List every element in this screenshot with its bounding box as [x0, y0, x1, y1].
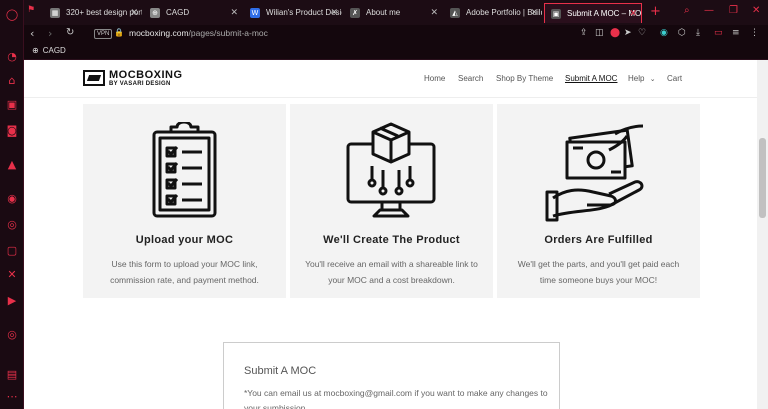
tab-label: CAGD: [166, 8, 190, 17]
card-title: Orders Are Fulfilled: [544, 234, 653, 246]
whatsapp-icon[interactable]: ◎: [5, 218, 19, 232]
x-icon[interactable]: ✕: [5, 268, 19, 282]
form-title: Submit A MOC: [244, 365, 317, 377]
workspace-icon[interactable]: ⚑: [27, 5, 35, 15]
step-card-upload: Upload your MOC Use this form to upload …: [83, 104, 286, 298]
bookmarks-bar: ⊕ CAGD: [24, 43, 768, 60]
globe-icon: ⊕: [32, 46, 39, 55]
nav-submit-a-moc[interactable]: Submit A MOC: [565, 74, 617, 83]
tab-favicon-icon: ✗: [350, 8, 360, 18]
close-icon[interactable]: ✕: [330, 3, 338, 23]
new-tab-button[interactable]: +: [650, 4, 661, 19]
browser-sidebar: ◯ ◔ ⌂ ▣ ◙ ▲ ◉ ◎ ▢ ✕ ▶ ◎ ▤ ⋯: [0, 0, 24, 409]
tab-adobe-portfolio[interactable]: ◭ Adobe Portfolio | Build ✕: [444, 3, 542, 23]
tab-cagd[interactable]: ⊕ CAGD ✕: [144, 3, 242, 23]
download-icon[interactable]: ⤓: [696, 28, 700, 38]
history-icon[interactable]: ▤: [5, 368, 19, 382]
logo-title: MOCBOXING: [109, 69, 183, 81]
card-title: Upload your MOC: [135, 234, 234, 246]
nav-help-label: Help: [628, 74, 645, 83]
window-close-icon[interactable]: ✕: [752, 5, 760, 16]
clipboard-checklist-icon: [152, 122, 217, 218]
url-field[interactable]: mocboxing.com/pages/submit-a-moc: [129, 28, 268, 38]
card-title: We'll Create The Product: [323, 234, 460, 246]
vpn-badge[interactable]: VPN: [94, 29, 113, 39]
close-icon[interactable]: ✕: [629, 4, 637, 23]
form-note: *You can email us at mocboxing@gmail.com…: [244, 388, 548, 409]
chevron-down-icon: ⌄: [649, 75, 656, 83]
lock-icon[interactable]: 🔒: [114, 28, 124, 37]
close-icon[interactable]: ✕: [130, 3, 138, 23]
search-tabs-icon[interactable]: ⌕: [684, 5, 690, 16]
share-icon[interactable]: ⇪: [580, 28, 588, 38]
nav-search[interactable]: Search: [458, 74, 483, 83]
minimize-icon[interactable]: —: [704, 5, 714, 16]
bookmark-cagd[interactable]: ⊕ CAGD: [32, 46, 66, 55]
extension-avatar-icon[interactable]: ◉: [660, 28, 668, 38]
tab-favicon-icon: W: [250, 8, 260, 18]
reload-icon[interactable]: ↻: [66, 27, 74, 38]
easy-setup-icon[interactable]: ≡: [732, 28, 740, 38]
hand-money-icon: [545, 124, 644, 222]
nav-shop-by-theme[interactable]: Shop By Theme: [496, 74, 553, 83]
web-page: MOCBOXING BY VASARI DESIGN Home Search S…: [24, 60, 757, 409]
send-icon[interactable]: ➤: [624, 28, 632, 38]
instagram-2-icon[interactable]: ▢: [5, 244, 19, 258]
close-icon[interactable]: ✕: [530, 3, 538, 23]
opera-logo-icon[interactable]: ◯: [5, 8, 19, 22]
monitor-box-icon: [346, 122, 436, 218]
card-text: You'll receive an email with a shareable…: [305, 259, 478, 285]
nav-cart[interactable]: Cart: [667, 74, 682, 83]
logo-subtitle: BY VASARI DESIGN: [109, 81, 171, 87]
scroll-thumb[interactable]: [759, 138, 766, 218]
battery-icon[interactable]: ▭: [714, 28, 723, 38]
url-path: /pages/submit-a-moc: [188, 28, 268, 38]
tab-favicon-icon: ▦: [50, 8, 60, 18]
tab-strip: ⚑ ▦ 320+ best design portf ✕ ⊕ CAGD ✕ W …: [24, 0, 768, 25]
nav-help[interactable]: Help ⌄: [628, 74, 656, 83]
address-bar: ‹ › ↻ VPN 🔒 mocboxing.com/pages/submit-a…: [24, 25, 768, 43]
tab-favicon-icon: ⊕: [150, 8, 160, 18]
submit-moc-form: Submit A MOC *You can email us at mocbox…: [223, 342, 560, 409]
player-icon[interactable]: ◎: [5, 328, 19, 342]
camera-icon[interactable]: ◫: [595, 28, 604, 38]
adblock-icon[interactable]: ⬤: [610, 28, 620, 38]
instagram-icon[interactable]: ◙: [5, 124, 19, 138]
tab-submit-a-moc[interactable]: ▣ Submit A MOC – MOC ✕: [544, 3, 642, 23]
menu-icon[interactable]: ⋮: [750, 28, 759, 38]
back-icon[interactable]: ‹: [30, 27, 34, 40]
card-text: Use this form to upload your MOC link, c…: [110, 259, 259, 285]
heart-icon[interactable]: ♡: [638, 28, 646, 38]
twitch-icon[interactable]: ▣: [5, 98, 19, 112]
page-scrollbar[interactable]: [757, 60, 768, 409]
aria-icon[interactable]: ◔: [5, 50, 19, 64]
more-icon[interactable]: ⋯: [5, 390, 19, 404]
youtube-icon[interactable]: ▶: [5, 294, 19, 308]
card-text: We'll get the parts, and you'll get paid…: [517, 259, 680, 285]
tab-favicon-icon: ▣: [551, 9, 561, 19]
site-header: MOCBOXING BY VASARI DESIGN Home Search S…: [24, 60, 757, 98]
nav-home[interactable]: Home: [424, 74, 445, 83]
cube-icon[interactable]: ⬡: [678, 28, 686, 38]
tab-wilian-design[interactable]: W Wilian's Product Desig ✕: [244, 3, 342, 23]
close-icon[interactable]: ✕: [430, 3, 438, 23]
tab-favicon-icon: ◭: [450, 8, 460, 18]
messenger-icon[interactable]: ◉: [5, 192, 19, 206]
close-icon[interactable]: ✕: [230, 3, 238, 23]
tab-about-me[interactable]: ✗ About me ✕: [344, 3, 442, 23]
step-card-create: We'll Create The Product You'll receive …: [290, 104, 493, 298]
shopping-icon[interactable]: ⌂: [5, 74, 19, 88]
url-domain: mocboxing.com: [129, 28, 189, 38]
tab-label: About me: [366, 8, 401, 17]
tab-design-portfolios[interactable]: ▦ 320+ best design portf ✕: [44, 3, 142, 23]
step-card-fulfilled: Orders Are Fulfilled We'll get the parts…: [497, 104, 700, 298]
arc-icon[interactable]: ▲: [5, 158, 19, 172]
forward-icon[interactable]: ›: [48, 27, 52, 40]
restore-icon[interactable]: ❐: [729, 5, 738, 16]
logo-mark-icon: [83, 70, 105, 86]
bookmark-label: CAGD: [42, 46, 66, 55]
